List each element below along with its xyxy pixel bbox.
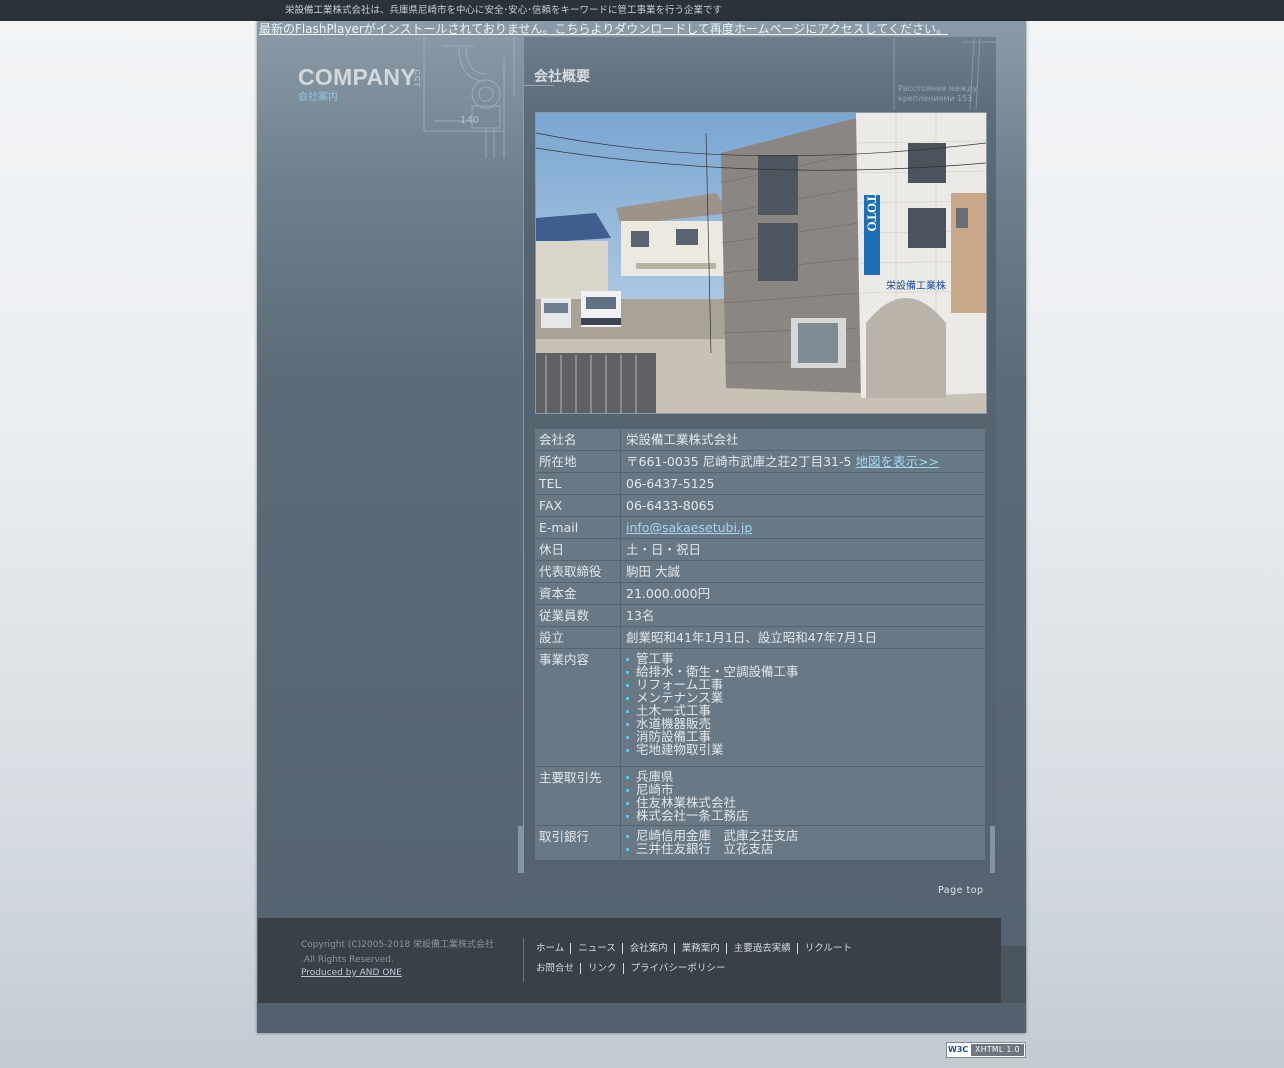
table-row: 代表取締役 駒田 大誠 (535, 560, 985, 583)
row-label-fax: FAX (535, 494, 621, 517)
footer-link-services[interactable]: 業務案内 (681, 943, 727, 954)
panel-edge-left (518, 826, 523, 873)
footer-link-contact[interactable]: お問合せ (536, 963, 582, 974)
business-cell: 管工事 給排水・衛生・空調設備工事 リフォーム工事 メンテナンス業 土木一式工事… (620, 648, 985, 767)
representative-value: 駒田 大誠 (620, 560, 985, 583)
deco-caption: Расстояние между креплениями 153 (898, 84, 978, 103)
produced-by-link[interactable]: Produced by AND ONE (301, 968, 402, 978)
table-row: 会社名 栄設備工業株式会社 (535, 429, 985, 451)
table-row: FAX 06-6433-8065 (535, 494, 985, 517)
footer-nav-row-2: お問合せ リンク プライバシーポリシー (536, 963, 738, 974)
footer-extension (1001, 946, 1026, 1003)
footer-link-home[interactable]: ホーム (536, 943, 572, 954)
row-label-holiday: 休日 (535, 538, 621, 561)
footer-divider (523, 938, 524, 982)
row-label-business: 事業内容 (535, 648, 621, 767)
list-item: 宅地建物取引業 (626, 743, 981, 756)
table-row: 取引銀行 尼崎信用金庫 武庫之荘支店 三井住友銀行 立花支店 (535, 825, 985, 861)
footer-link-links[interactable]: リンク (588, 963, 624, 974)
footer-link-privacy[interactable]: プライバシーポリシー (631, 963, 732, 974)
row-label-employees: 従業員数 (535, 604, 621, 627)
row-label-address: 所在地 (535, 450, 621, 473)
header-title-jp: 会社案内 (298, 92, 338, 103)
page-top-link[interactable]: Page top (938, 885, 984, 896)
flash-download-link[interactable]: 最新のFlashPlayerがインストールされておりません。こちらよりダウンロー… (259, 22, 948, 36)
xhtml-badge-text: XHTML 1.0 (971, 1044, 1024, 1056)
list-item: 三井住友銀行 立花支店 (626, 842, 981, 855)
map-link[interactable]: 地図を表示>> (855, 454, 938, 469)
faucet-drawing-decoration: 155 140 (414, 36, 515, 158)
table-row: 設立 創業昭和41年1月1日、設立昭和47年7月1日 (535, 626, 985, 649)
employees-value: 13名 (620, 604, 985, 627)
copyright-text: Copyright (C)2005-2018 栄設備工業株式会社 .All Ri… (301, 940, 495, 965)
table-row: TEL 06-6437-5125 (535, 472, 985, 495)
table-row: 休日 土・日・祝日 (535, 538, 985, 561)
row-label-email: E-mail (535, 516, 621, 539)
row-label-tel: TEL (535, 472, 621, 495)
table-row: 従業員数 13名 (535, 604, 985, 627)
row-label-representative: 代表取締役 (535, 560, 621, 583)
top-bar: 栄設備工業株式会社は、兵庫県尼崎市を中心に安全･安心･信頼をキーワードに管工事業… (0, 0, 1284, 21)
capital-value: 21.000.000円 (620, 582, 985, 605)
table-row: E-mail info@sakaesetubi.jp (535, 516, 985, 539)
list-item: 株式会社一条工務店 (626, 809, 981, 822)
address-value: 〒661-0035 尼崎市武庫之荘2丁目31-5 (626, 454, 852, 469)
address-cell: 〒661-0035 尼崎市武庫之荘2丁目31-5 地図を表示>> (620, 450, 985, 473)
title-underline (523, 85, 554, 86)
business-list: 管工事 給排水・衛生・空調設備工事 リフォーム工事 メンテナンス業 土木一式工事… (626, 652, 981, 756)
fax-value: 06-6433-8065 (620, 494, 985, 517)
table-row: 資本金 21.000.000円 (535, 582, 985, 605)
section-title: 会社概要 (534, 69, 590, 85)
table-row: 主要取引先 兵庫県 尼崎市 住友林業株式会社 株式会社一条工務店 (535, 766, 985, 826)
row-label-capital: 資本金 (535, 582, 621, 605)
row-label-established: 設立 (535, 626, 621, 649)
email-cell: info@sakaesetubi.jp (620, 516, 985, 539)
row-label-clients: 主要取引先 (535, 766, 621, 826)
footer-nav-row-1: ホーム ニュース 会社案内 業務案内 主要過去実績 リクルート (536, 943, 865, 954)
banks-list: 尼崎信用金庫 武庫之荘支店 三井住友銀行 立花支店 (626, 829, 981, 855)
footer-link-works[interactable]: 主要過去実績 (733, 943, 798, 954)
banks-cell: 尼崎信用金庫 武庫之荘支店 三井住友銀行 立花支店 (620, 825, 985, 861)
clients-cell: 兵庫県 尼崎市 住友林業株式会社 株式会社一条工務店 (620, 766, 985, 826)
table-row: 所在地 〒661-0035 尼崎市武庫之荘2丁目31-5 地図を表示>> (535, 450, 985, 473)
row-label-company: 会社名 (535, 429, 621, 451)
footer-link-news[interactable]: ニュース (578, 943, 623, 954)
photo-sign-toto: TOTO (865, 194, 880, 231)
email-link[interactable]: info@sakaesetubi.jp (626, 520, 752, 535)
clients-list: 兵庫県 尼崎市 住友林業株式会社 株式会社一条工務店 (626, 770, 981, 822)
site-tagline: 栄設備工業株式会社は、兵庫県尼崎市を中心に安全･安心･信頼をキーワードに管工事業… (285, 5, 723, 16)
w3c-logo-text: W3C (948, 1044, 970, 1056)
table-row: 事業内容 管工事 給排水・衛生・空調設備工事 リフォーム工事 メンテナンス業 土… (535, 648, 985, 767)
company-info-table: 会社名 栄設備工業株式会社 所在地 〒661-0035 尼崎市武庫之荘2丁目31… (535, 429, 985, 861)
header-title-en: COMPANY (298, 64, 416, 90)
photo-sign-shop: 栄設備工業株 (886, 279, 946, 292)
w3c-xhtml-badge[interactable]: W3C XHTML 1.0 (946, 1042, 1026, 1058)
company-name-value: 栄設備工業株式会社 (620, 429, 985, 451)
panel-edge-right (990, 826, 995, 873)
tel-value: 06-6437-5125 (620, 472, 985, 495)
list-item: 兵庫県 (626, 770, 981, 783)
established-value: 創業昭和41年1月1日、設立昭和47年7月1日 (620, 626, 985, 649)
row-label-banks: 取引銀行 (535, 825, 621, 861)
company-building-photo: TOTO 栄設備工業株 (535, 112, 987, 414)
footer-link-recruit[interactable]: リクルート (805, 943, 858, 954)
deco-number-horizontal: 140 (460, 115, 479, 126)
holiday-value: 土・日・祝日 (620, 538, 985, 561)
footer-link-company[interactable]: 会社案内 (629, 943, 675, 954)
